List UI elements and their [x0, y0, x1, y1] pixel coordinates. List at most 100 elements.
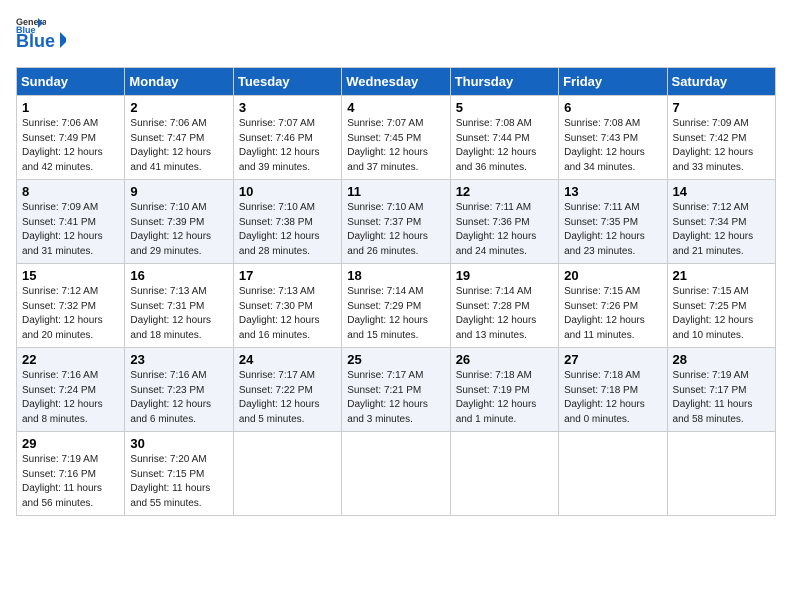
calendar-cell: 9 Sunrise: 7:10 AMSunset: 7:39 PMDaylight…	[125, 180, 233, 264]
calendar-cell: 8 Sunrise: 7:09 AMSunset: 7:41 PMDaylight…	[17, 180, 125, 264]
day-info: Sunrise: 7:07 AMSunset: 7:46 PMDaylight:…	[239, 117, 336, 175]
day-number: 13	[564, 184, 661, 199]
day-number: 1	[22, 100, 119, 115]
calendar-cell	[667, 432, 775, 516]
day-info: Sunrise: 7:14 AMSunset: 7:28 PMDaylight:…	[456, 285, 553, 343]
calendar-cell: 18 Sunrise: 7:14 AMSunset: 7:29 PMDayligh…	[342, 264, 450, 348]
day-info: Sunrise: 7:19 AMSunset: 7:16 PMDaylight:…	[22, 453, 119, 511]
day-info: Sunrise: 7:18 AMSunset: 7:19 PMDaylight:…	[456, 369, 553, 427]
day-info: Sunrise: 7:09 AMSunset: 7:41 PMDaylight:…	[22, 201, 119, 259]
day-info: Sunrise: 7:11 AMSunset: 7:36 PMDaylight:…	[456, 201, 553, 259]
day-header-wednesday: Wednesday	[342, 68, 450, 96]
calendar-cell: 16 Sunrise: 7:13 AMSunset: 7:31 PMDayligh…	[125, 264, 233, 348]
calendar-week-row: 22Sunrise: 7:16 AMSunset: 7:24 PMDayligh…	[17, 348, 776, 432]
calendar-cell: 10Sunrise: 7:10 AMSunset: 7:38 PMDayligh…	[233, 180, 341, 264]
day-header-sunday: Sunday	[17, 68, 125, 96]
day-info: Sunrise: 7:19 AMSunset: 7:17 PMDaylight:…	[673, 369, 770, 427]
day-header-tuesday: Tuesday	[233, 68, 341, 96]
calendar-cell: 19 Sunrise: 7:14 AMSunset: 7:28 PMDayligh…	[450, 264, 558, 348]
day-number: 28	[673, 352, 770, 367]
day-info: Sunrise: 7:14 AMSunset: 7:29 PMDaylight:…	[347, 285, 444, 343]
calendar-cell: 6 Sunrise: 7:08 AMSunset: 7:43 PMDaylight…	[559, 96, 667, 180]
logo: General Blue Blue	[16, 16, 66, 57]
calendar-cell: 11 Sunrise: 7:10 AMSunset: 7:37 PMDayligh…	[342, 180, 450, 264]
calendar-week-row: 8 Sunrise: 7:09 AMSunset: 7:41 PMDaylight…	[17, 180, 776, 264]
calendar-week-row: 29 Sunrise: 7:19 AMSunset: 7:16 PMDayligh…	[17, 432, 776, 516]
day-info: Sunrise: 7:17 AMSunset: 7:22 PMDaylight:…	[239, 369, 336, 427]
calendar-cell: 26 Sunrise: 7:18 AMSunset: 7:19 PMDayligh…	[450, 348, 558, 432]
day-number: 6	[564, 100, 661, 115]
day-number: 4	[347, 100, 444, 115]
logo-blue: Blue	[16, 30, 66, 57]
calendar-cell: 4 Sunrise: 7:07 AMSunset: 7:45 PMDaylight…	[342, 96, 450, 180]
day-number: 5	[456, 100, 553, 115]
day-number: 12	[456, 184, 553, 199]
day-info: Sunrise: 7:13 AMSunset: 7:30 PMDaylight:…	[239, 285, 336, 343]
day-info: Sunrise: 7:20 AMSunset: 7:15 PMDaylight:…	[130, 453, 227, 511]
day-header-friday: Friday	[559, 68, 667, 96]
calendar-cell: 7 Sunrise: 7:09 AMSunset: 7:42 PMDaylight…	[667, 96, 775, 180]
calendar-cell: 13 Sunrise: 7:11 AMSunset: 7:35 PMDayligh…	[559, 180, 667, 264]
calendar-cell: 5 Sunrise: 7:08 AMSunset: 7:44 PMDaylight…	[450, 96, 558, 180]
day-number: 20	[564, 268, 661, 283]
day-number: 18	[347, 268, 444, 283]
day-header-saturday: Saturday	[667, 68, 775, 96]
day-info: Sunrise: 7:07 AMSunset: 7:45 PMDaylight:…	[347, 117, 444, 175]
day-number: 2	[130, 100, 227, 115]
calendar-header-row: SundayMondayTuesdayWednesdayThursdayFrid…	[17, 68, 776, 96]
day-number: 16	[130, 268, 227, 283]
day-info: Sunrise: 7:16 AMSunset: 7:23 PMDaylight:…	[130, 369, 227, 427]
day-number: 29	[22, 436, 119, 451]
day-number: 11	[347, 184, 444, 199]
calendar-week-row: 15 Sunrise: 7:12 AMSunset: 7:32 PMDayligh…	[17, 264, 776, 348]
header: General Blue Blue	[16, 16, 776, 57]
calendar-cell: 3Sunrise: 7:07 AMSunset: 7:46 PMDaylight…	[233, 96, 341, 180]
day-info: Sunrise: 7:13 AMSunset: 7:31 PMDaylight:…	[130, 285, 227, 343]
day-number: 24	[239, 352, 336, 367]
calendar-cell: 12 Sunrise: 7:11 AMSunset: 7:36 PMDayligh…	[450, 180, 558, 264]
day-info: Sunrise: 7:10 AMSunset: 7:37 PMDaylight:…	[347, 201, 444, 259]
calendar-cell: 23 Sunrise: 7:16 AMSunset: 7:23 PMDayligh…	[125, 348, 233, 432]
calendar-cell: 28 Sunrise: 7:19 AMSunset: 7:17 PMDayligh…	[667, 348, 775, 432]
day-info: Sunrise: 7:06 AMSunset: 7:49 PMDaylight:…	[22, 117, 119, 175]
calendar-table: SundayMondayTuesdayWednesdayThursdayFrid…	[16, 67, 776, 516]
day-info: Sunrise: 7:18 AMSunset: 7:18 PMDaylight:…	[564, 369, 661, 427]
day-number: 23	[130, 352, 227, 367]
day-info: Sunrise: 7:06 AMSunset: 7:47 PMDaylight:…	[130, 117, 227, 175]
day-number: 21	[673, 268, 770, 283]
day-number: 8	[22, 184, 119, 199]
calendar-cell: 25 Sunrise: 7:17 AMSunset: 7:21 PMDayligh…	[342, 348, 450, 432]
day-info: Sunrise: 7:15 AMSunset: 7:25 PMDaylight:…	[673, 285, 770, 343]
day-number: 25	[347, 352, 444, 367]
day-number: 22	[22, 352, 119, 367]
day-info: Sunrise: 7:17 AMSunset: 7:21 PMDaylight:…	[347, 369, 444, 427]
calendar-cell: 24 Sunrise: 7:17 AMSunset: 7:22 PMDayligh…	[233, 348, 341, 432]
calendar-cell: 2 Sunrise: 7:06 AMSunset: 7:47 PMDaylight…	[125, 96, 233, 180]
calendar-week-row: 1 Sunrise: 7:06 AMSunset: 7:49 PMDaylight…	[17, 96, 776, 180]
calendar-cell: 20 Sunrise: 7:15 AMSunset: 7:26 PMDayligh…	[559, 264, 667, 348]
calendar-cell: 14Sunrise: 7:12 AMSunset: 7:34 PMDayligh…	[667, 180, 775, 264]
calendar-cell	[233, 432, 341, 516]
day-info: Sunrise: 7:08 AMSunset: 7:43 PMDaylight:…	[564, 117, 661, 175]
day-number: 7	[673, 100, 770, 115]
calendar-cell: 1 Sunrise: 7:06 AMSunset: 7:49 PMDaylight…	[17, 96, 125, 180]
calendar-cell	[559, 432, 667, 516]
day-number: 9	[130, 184, 227, 199]
day-info: Sunrise: 7:12 AMSunset: 7:34 PMDaylight:…	[673, 201, 770, 259]
day-number: 30	[130, 436, 227, 451]
day-number: 15	[22, 268, 119, 283]
day-header-monday: Monday	[125, 68, 233, 96]
day-info: Sunrise: 7:10 AMSunset: 7:38 PMDaylight:…	[239, 201, 336, 259]
day-header-thursday: Thursday	[450, 68, 558, 96]
day-info: Sunrise: 7:08 AMSunset: 7:44 PMDaylight:…	[456, 117, 553, 175]
day-info: Sunrise: 7:11 AMSunset: 7:35 PMDaylight:…	[564, 201, 661, 259]
day-number: 26	[456, 352, 553, 367]
day-info: Sunrise: 7:09 AMSunset: 7:42 PMDaylight:…	[673, 117, 770, 175]
calendar-cell: 29 Sunrise: 7:19 AMSunset: 7:16 PMDayligh…	[17, 432, 125, 516]
day-number: 27	[564, 352, 661, 367]
day-info: Sunrise: 7:10 AMSunset: 7:39 PMDaylight:…	[130, 201, 227, 259]
day-info: Sunrise: 7:12 AMSunset: 7:32 PMDaylight:…	[22, 285, 119, 343]
day-info: Sunrise: 7:15 AMSunset: 7:26 PMDaylight:…	[564, 285, 661, 343]
calendar-cell: 17Sunrise: 7:13 AMSunset: 7:30 PMDayligh…	[233, 264, 341, 348]
day-number: 19	[456, 268, 553, 283]
